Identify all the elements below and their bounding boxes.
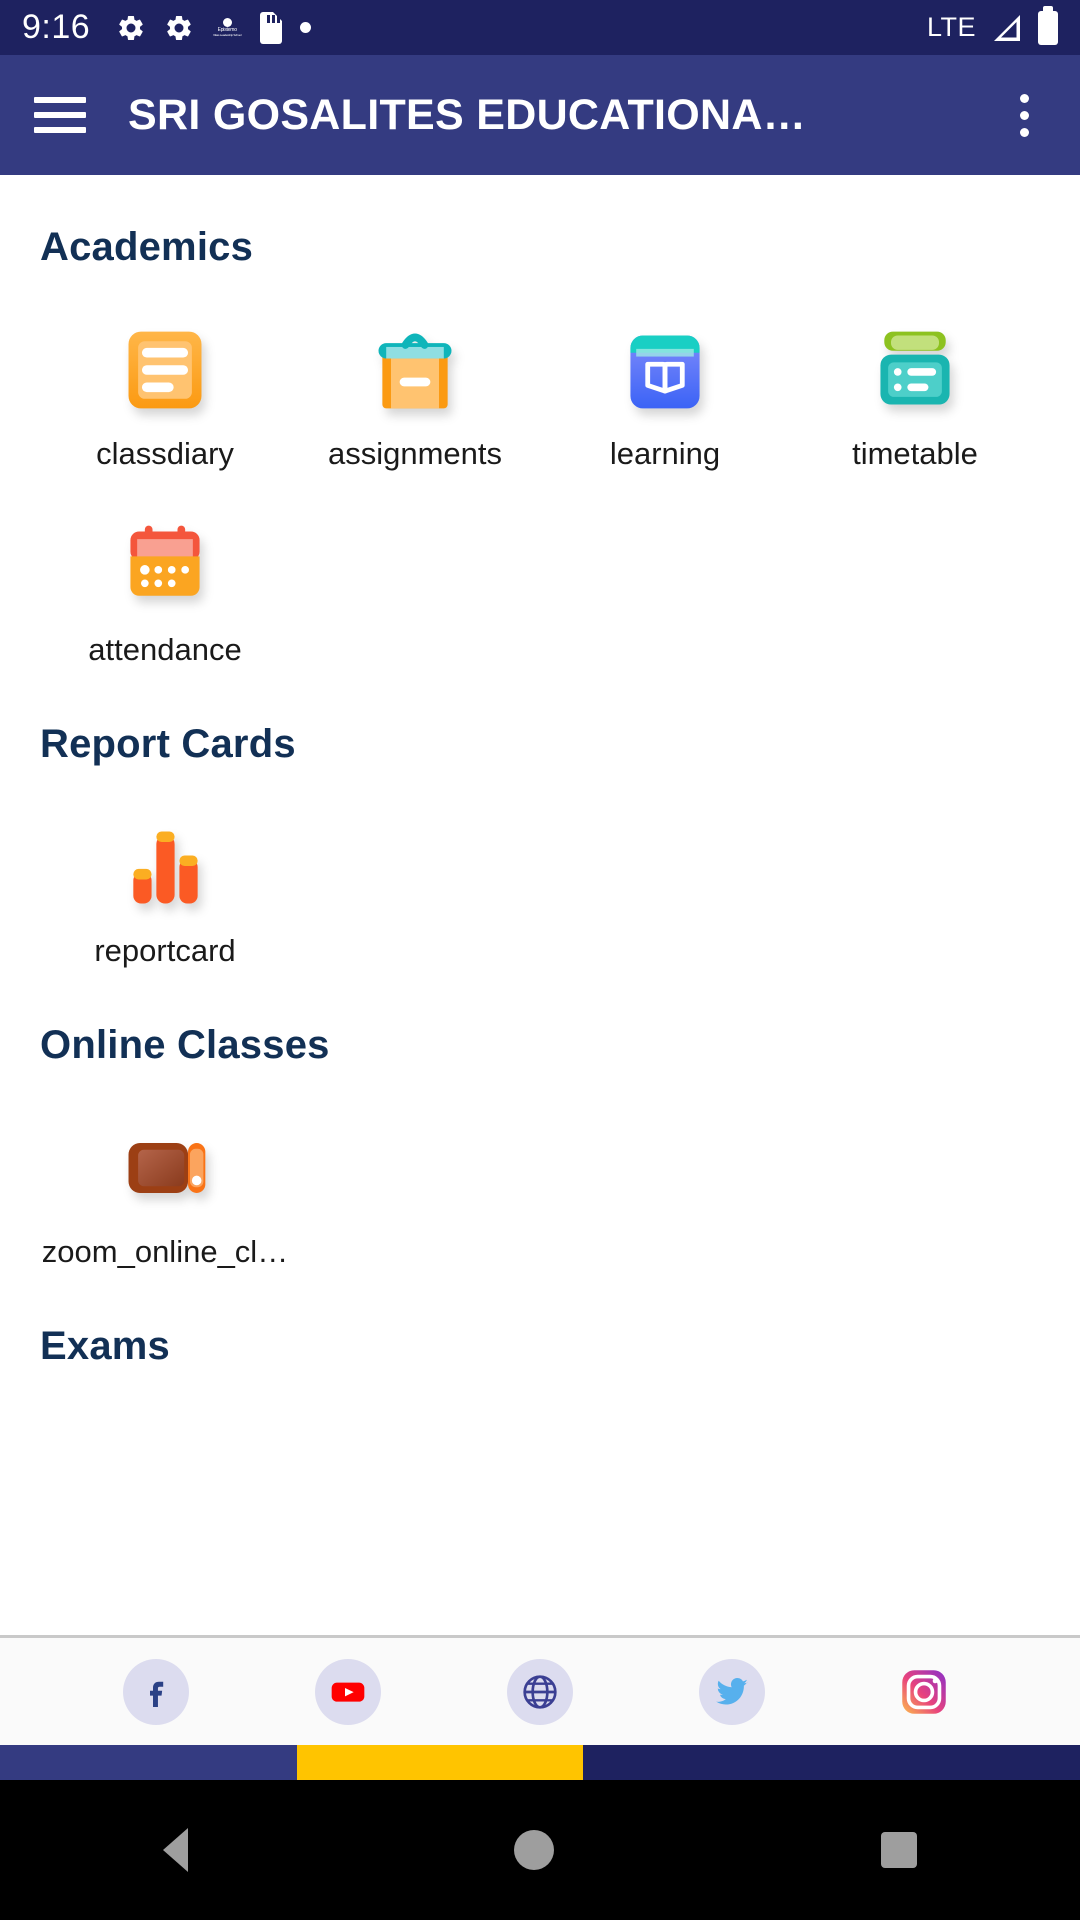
- attendance-calendar-icon: [117, 518, 213, 614]
- tile-label: classdiary: [96, 436, 234, 471]
- assignments-clipboard-icon: [367, 322, 463, 418]
- learning-book-icon: [617, 322, 713, 418]
- tile-label: assignments: [327, 436, 503, 471]
- accent-segment-left: [0, 1745, 297, 1780]
- status-bar-notification-icons: Epistemo Vikas Leadership School: [116, 11, 312, 44]
- recent-apps-nav-button[interactable]: [880, 1832, 917, 1868]
- menu-icon-bar: [34, 112, 86, 118]
- tile-assignments[interactable]: assignments: [290, 280, 540, 476]
- section-heading-online-classes: Online Classes: [40, 1023, 330, 1067]
- gear-icon: [119, 15, 143, 40]
- menu-icon[interactable]: [34, 97, 86, 133]
- section-grid-report-cards: reportcard: [40, 777, 1040, 973]
- tile-classdiary[interactable]: classdiary: [40, 280, 290, 476]
- battery-icon: [1038, 5, 1058, 45]
- tile-reportcard[interactable]: reportcard: [40, 777, 290, 973]
- status-bar-clock: 9:16: [22, 8, 91, 46]
- instagram-icon[interactable]: [891, 1659, 957, 1725]
- social-links-bar: [0, 1635, 1080, 1745]
- section-heading-academics: Academics: [40, 225, 254, 269]
- kebab-dot: [1019, 93, 1029, 103]
- kebab-dot: [1019, 110, 1029, 120]
- gear-icon: [167, 15, 191, 40]
- tile-timetable[interactable]: timetable: [790, 280, 1040, 476]
- tile-label: zoom_online_cl…: [41, 1234, 289, 1269]
- tile-label: timetable: [852, 436, 978, 471]
- section-grid-academics: classdiary assignments learning timetabl…: [40, 280, 1040, 672]
- section-heading-report-cards: Report Cards: [40, 722, 296, 766]
- home-nav-button[interactable]: [514, 1830, 555, 1870]
- accent-segment-highlight: [297, 1745, 584, 1780]
- timetable-icon: [867, 322, 963, 418]
- app-logo-dot: [222, 18, 232, 27]
- dot-icon: [300, 22, 312, 33]
- accent-segment-right: [583, 1745, 1080, 1780]
- sd-card-icon: [260, 11, 283, 44]
- tile-zoom-online-class[interactable]: zoom_online_cl…: [40, 1078, 290, 1274]
- kebab-dot: [1019, 127, 1029, 137]
- section-grid-online-classes: zoom_online_cl…: [40, 1078, 1040, 1274]
- youtube-icon[interactable]: [315, 1658, 381, 1725]
- page-title: SRI GOSALITES EDUCATIONA…: [128, 90, 807, 139]
- menu-icon-bar: [34, 97, 86, 103]
- app-logo-line2: Vikas Leadership School: [213, 33, 242, 37]
- tile-attendance[interactable]: attendance: [40, 476, 290, 672]
- status-bar: 9:16 Epistemo Vikas Leadership School LT…: [0, 0, 1080, 55]
- zoom-online-class-icon: [117, 1120, 213, 1216]
- twitter-icon[interactable]: [699, 1658, 765, 1725]
- bottom-accent-strip: [0, 1745, 1080, 1780]
- app-bar: SRI GOSALITES EDUCATIONA…: [0, 55, 1080, 175]
- main-content-scroll[interactable]: Academics classdiary assignments learnin…: [0, 175, 1080, 1635]
- network-type-label: LTE: [926, 12, 976, 42]
- app-logo-icon: Epistemo Vikas Leadership School: [212, 12, 242, 44]
- sd-card-contacts: [267, 14, 281, 23]
- facebook-icon[interactable]: [123, 1658, 189, 1725]
- status-bar-system-icons: LTE: [926, 5, 1058, 45]
- website-globe-icon[interactable]: [507, 1658, 573, 1725]
- back-nav-button[interactable]: [163, 1828, 189, 1872]
- tile-learning[interactable]: learning: [540, 280, 790, 476]
- tile-label: attendance: [88, 632, 242, 667]
- menu-icon-bar: [34, 127, 86, 133]
- tile-label: reportcard: [94, 933, 236, 968]
- class-diary-icon: [117, 322, 213, 418]
- tile-label: learning: [609, 436, 721, 471]
- more-options-icon[interactable]: [1002, 93, 1046, 137]
- signal-icon: [994, 14, 1020, 41]
- section-heading-exams: Exams: [40, 1324, 170, 1368]
- report-card-bars-icon: [117, 819, 213, 915]
- android-navigation-bar: [0, 1780, 1080, 1920]
